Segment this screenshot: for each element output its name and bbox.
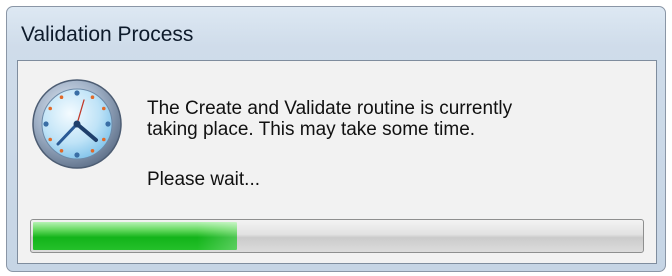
progress-bar-fill xyxy=(33,222,238,250)
progress-bar xyxy=(30,219,644,253)
message-line: The Create and Validate routine is curre… xyxy=(147,98,513,119)
dialog-window: Validation Process The Create and Valida… xyxy=(6,6,666,272)
message-line: taking place. This may take some time. xyxy=(147,119,476,140)
clock-icon xyxy=(32,79,122,169)
title-bar[interactable]: Validation Process xyxy=(7,7,665,59)
please-wait-text: Please wait... xyxy=(147,169,260,190)
dialog-body: The Create and Validate routine is curre… xyxy=(17,60,657,264)
window-title: Validation Process xyxy=(21,23,194,46)
status-message: The Create and Validate routine is curre… xyxy=(147,98,627,140)
